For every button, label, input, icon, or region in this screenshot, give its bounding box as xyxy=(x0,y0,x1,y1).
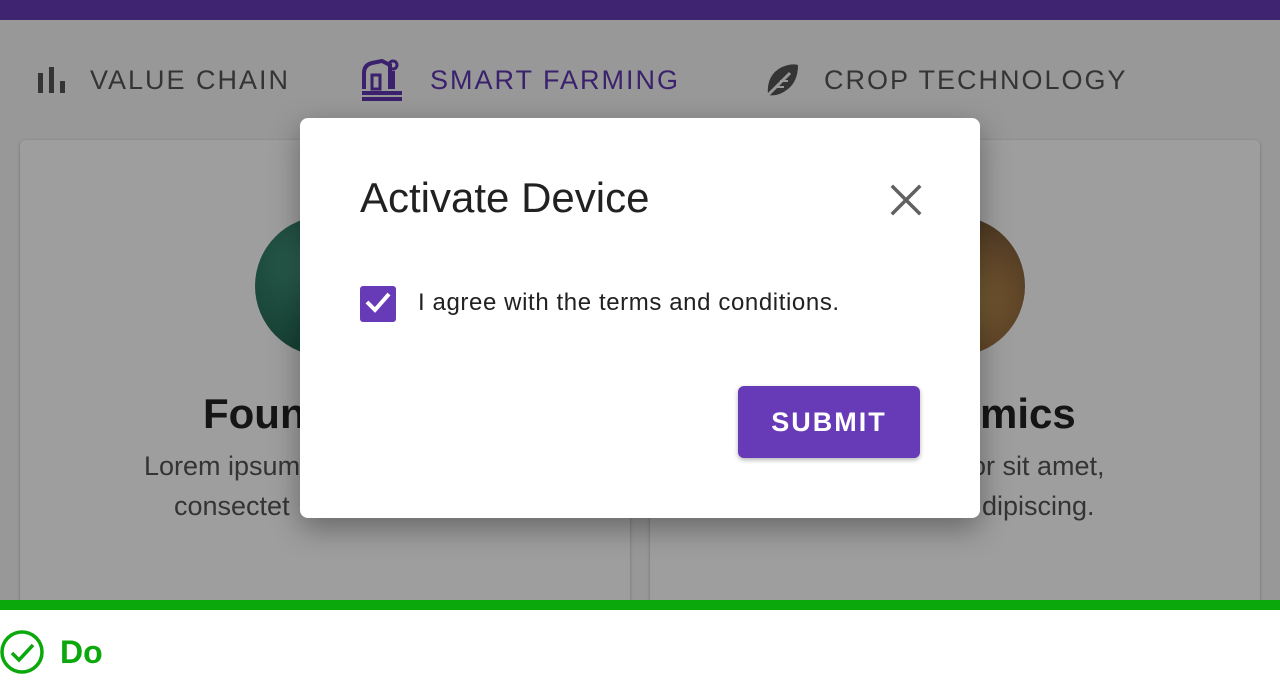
terms-checkbox-label[interactable]: I agree with the terms and conditions. xyxy=(418,289,840,317)
check-circle-icon xyxy=(0,630,46,681)
activate-device-dialog: Activate Device I agree with the terms a… xyxy=(300,118,980,518)
submit-button[interactable]: SUBMIT xyxy=(738,386,920,458)
checkmark-icon xyxy=(364,290,392,319)
close-button[interactable] xyxy=(884,180,928,224)
background-page: VALUE CHAIN SMART FARMING CROP TECHNOLOG… xyxy=(0,0,1280,600)
do-indicator-bar xyxy=(0,600,1280,610)
do-caption: Do xyxy=(0,610,1280,690)
terms-checkbox[interactable] xyxy=(360,286,396,322)
do-label: Do xyxy=(60,634,103,670)
dialog-title: Activate Device xyxy=(360,174,650,221)
close-icon xyxy=(890,184,922,221)
